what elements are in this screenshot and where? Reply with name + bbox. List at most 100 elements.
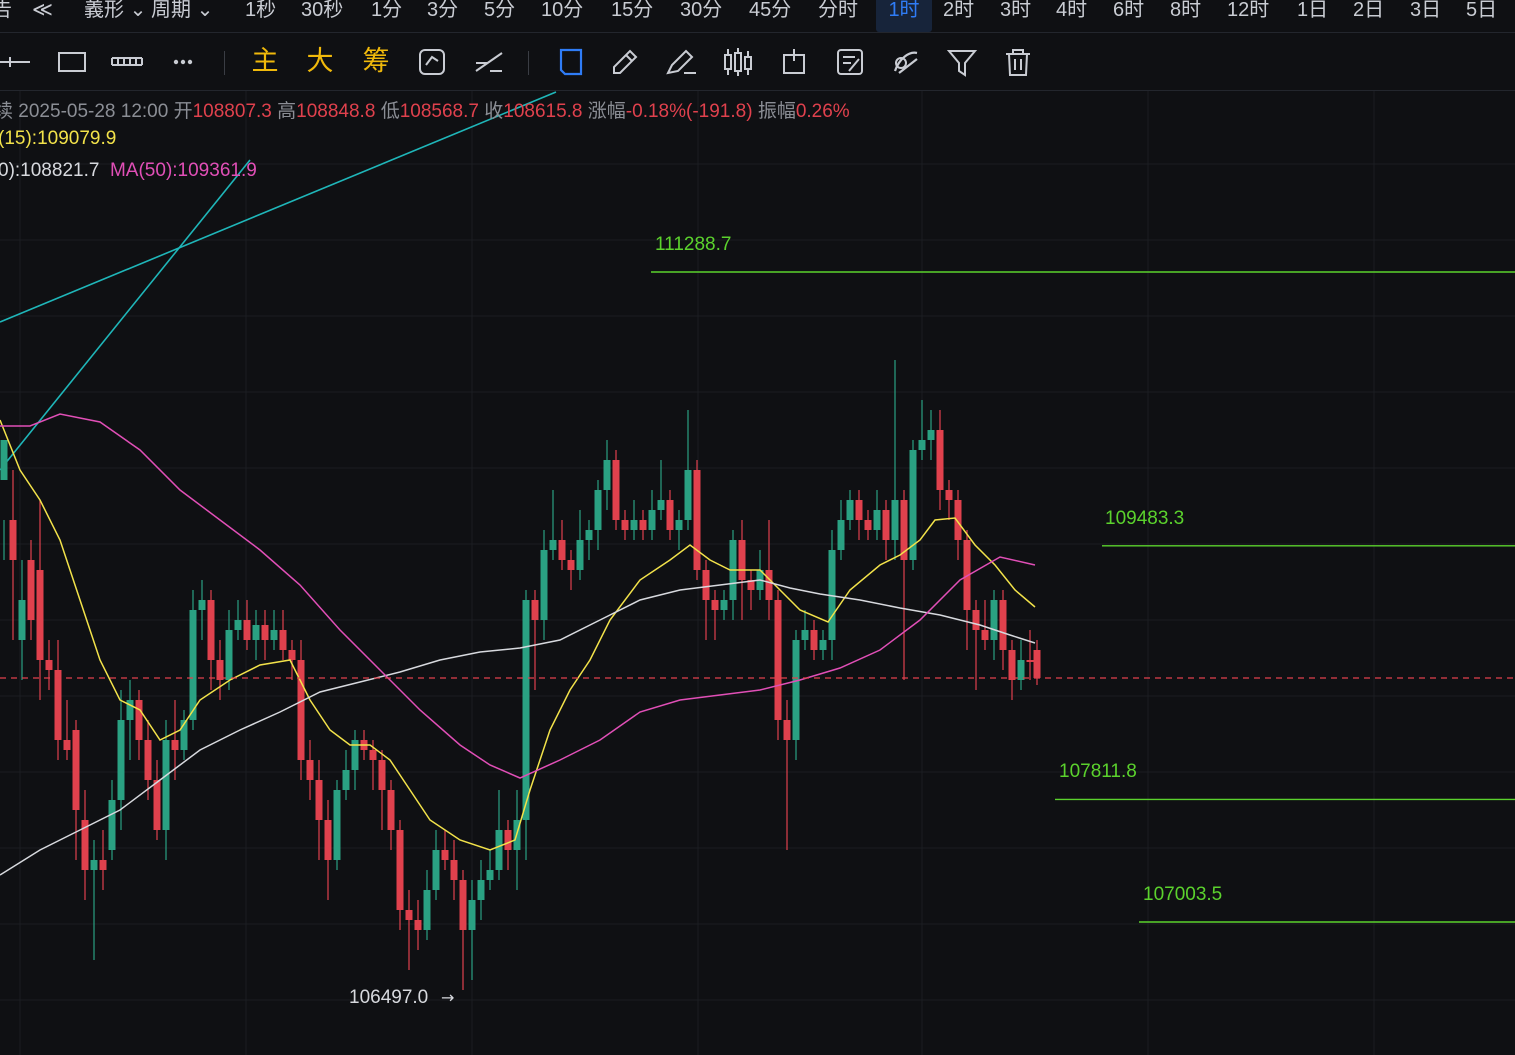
change-label: 涨幅	[587, 101, 626, 122]
note-icon[interactable]	[833, 45, 867, 79]
candle-down	[864, 520, 872, 530]
candle-down	[972, 610, 980, 630]
candle-down	[639, 520, 647, 530]
period-10m[interactable]: 10分	[541, 0, 583, 32]
toolbar-divider	[224, 51, 225, 75]
candle-up	[486, 870, 494, 880]
ma50-line	[0, 413, 1036, 779]
candle-up	[198, 600, 206, 610]
filter-icon[interactable]	[945, 45, 979, 79]
candle-down	[243, 620, 251, 640]
candle-down	[531, 600, 539, 620]
candle-down	[810, 630, 818, 650]
candle-up	[117, 720, 125, 800]
candle-down	[315, 780, 323, 820]
candle-up	[846, 500, 854, 520]
period-45m[interactable]: 45分	[749, 0, 791, 32]
text-large-icon[interactable]: 大	[303, 45, 337, 79]
period-30s[interactable]: 30秒	[301, 0, 343, 32]
candle-down	[207, 600, 215, 660]
low-marker-arrow: →	[441, 988, 454, 1007]
ohlc-prefix: 续	[0, 101, 14, 122]
close-label: 收	[484, 101, 504, 122]
candle-down	[666, 500, 674, 530]
candle-down	[36, 570, 44, 660]
trash-icon[interactable]	[1001, 45, 1035, 79]
candlestick-chart[interactable]: 111288.7 109483.3 107811.8 107003.5 1064…	[0, 91, 1515, 1055]
hide-drawings-icon[interactable]	[889, 45, 923, 79]
period-1h[interactable]: 1时	[876, 0, 932, 32]
candle-up	[684, 470, 692, 520]
candle-up	[522, 600, 530, 820]
candle-down	[936, 430, 944, 490]
candle-down	[459, 880, 467, 930]
candle-down	[441, 850, 449, 860]
candle-down	[693, 470, 701, 570]
candle-down	[261, 625, 269, 640]
candle-down	[396, 830, 404, 910]
candle-down	[414, 920, 422, 930]
candle-down	[999, 600, 1007, 650]
period-1m[interactable]: 1分	[371, 0, 402, 32]
measure-icon[interactable]	[472, 45, 506, 79]
candle-down	[45, 660, 53, 670]
candle-down	[621, 520, 629, 530]
period-4h[interactable]: 4时	[1056, 0, 1087, 32]
chart-style-dropdown[interactable]: 義形 ⌄	[84, 0, 146, 32]
candle-up	[918, 440, 926, 450]
candle-up	[18, 600, 26, 640]
ma15-info: (15):109079.9	[0, 128, 116, 150]
period-8h[interactable]: 8时	[1170, 0, 1201, 32]
ruler-icon[interactable]	[110, 45, 144, 79]
period-3m[interactable]: 3分	[427, 0, 458, 32]
text-main-icon[interactable]: 主	[248, 45, 282, 79]
candle-down	[504, 830, 512, 850]
period-15m[interactable]: 15分	[611, 0, 653, 32]
more-dots-icon[interactable]	[166, 45, 200, 79]
candle-up	[423, 890, 431, 930]
candle-up	[891, 500, 899, 540]
open-value: 108807.3	[192, 101, 272, 122]
candle-down	[144, 740, 152, 780]
replay-icon[interactable]	[415, 45, 449, 79]
period-3h[interactable]: 3时	[1000, 0, 1031, 32]
period-dropdown[interactable]: 周期 ⌄	[151, 0, 213, 32]
crosshair-line-icon[interactable]	[0, 45, 32, 79]
period-1d[interactable]: 1日	[1297, 0, 1328, 32]
period-1s[interactable]: 1秒	[245, 0, 276, 32]
candle-up	[432, 850, 440, 890]
period-30m[interactable]: 30分	[680, 0, 722, 32]
candle-up	[540, 550, 548, 620]
period-2h[interactable]: 2时	[943, 0, 974, 32]
candle-up	[162, 740, 170, 830]
candle-down	[297, 660, 305, 760]
period-timeline[interactable]: 分时	[818, 0, 858, 32]
candle-down	[216, 660, 224, 680]
candle-up	[333, 790, 341, 860]
period-5d[interactable]: 5日	[1466, 0, 1497, 32]
candle-down	[711, 600, 719, 610]
bookmark-icon[interactable]	[553, 45, 587, 79]
rectangle-icon[interactable]	[55, 45, 89, 79]
text-chip-icon[interactable]: 筹	[359, 45, 393, 79]
candle-type-icon[interactable]	[721, 45, 755, 79]
trend-line-upper	[0, 91, 557, 323]
low-label: 低	[380, 101, 400, 122]
price-level-lines	[651, 271, 1515, 923]
tb-item-0[interactable]: 告	[0, 0, 12, 32]
period-3d[interactable]: 3日	[1410, 0, 1441, 32]
level-label-1: 111288.7	[655, 234, 731, 255]
candle-down	[558, 540, 566, 560]
indicator-icon[interactable]	[777, 45, 811, 79]
candle-down	[54, 670, 62, 740]
period-12h[interactable]: 12时	[1227, 0, 1269, 32]
candle-up	[720, 600, 728, 610]
double-chevron-left-icon[interactable]: ≪	[32, 0, 53, 32]
period-6h[interactable]: 6时	[1113, 0, 1144, 32]
open-label: 开	[173, 101, 193, 122]
period-5m[interactable]: 5分	[484, 0, 515, 32]
period-2d[interactable]: 2日	[1353, 0, 1384, 32]
candle-up	[630, 520, 638, 530]
pencil-icon[interactable]	[608, 45, 642, 79]
brush-icon[interactable]	[664, 45, 698, 79]
